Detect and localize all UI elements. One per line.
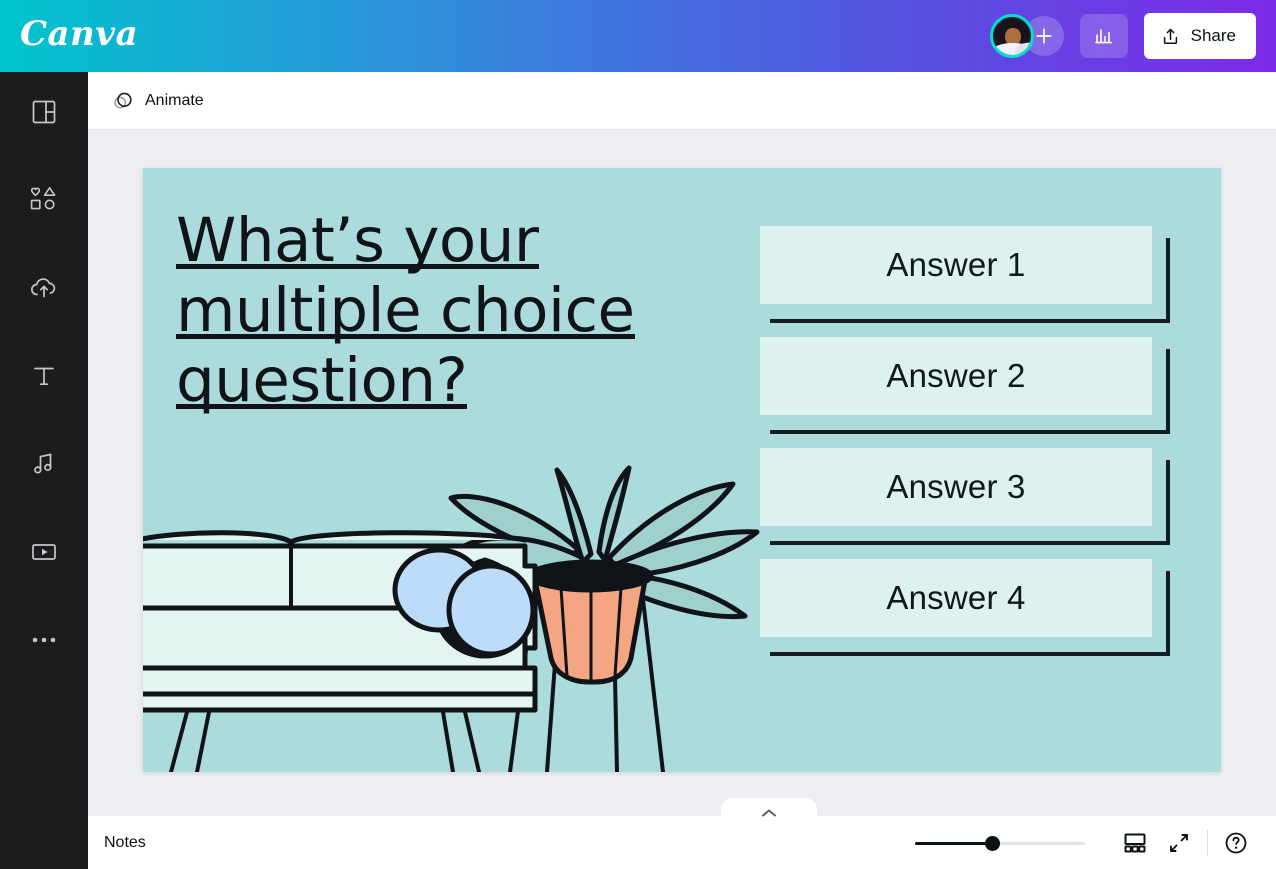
answer-card-box: Answer 2: [760, 337, 1152, 415]
canva-logo[interactable]: Canva: [20, 17, 138, 55]
headline-line-1: What’s your: [176, 205, 539, 276]
slide-canvas[interactable]: What’s your multiple choice question? An…: [143, 168, 1221, 772]
canvas-area[interactable]: What’s your multiple choice question? An…: [88, 130, 1276, 816]
sidebar-item-videos[interactable]: [0, 508, 88, 596]
share-button[interactable]: Share: [1143, 13, 1256, 59]
header-right-controls: Share: [989, 13, 1276, 59]
ellipsis-icon: [32, 637, 56, 643]
expand-notes-tab[interactable]: [721, 798, 817, 818]
sidebar-item-templates[interactable]: [0, 68, 88, 156]
canva-editor-window: Canva Share Animate What’s your multiple…: [0, 0, 1276, 869]
avatar[interactable]: [989, 14, 1034, 58]
animate-circles-icon: [114, 92, 132, 109]
upload-icon: [1163, 28, 1177, 44]
answer-card[interactable]: Answer 2: [760, 337, 1170, 434]
sidebar-item-audio[interactable]: [0, 420, 88, 508]
animate-button[interactable]: Animate: [102, 81, 214, 121]
sidebar-item-uploads[interactable]: [0, 244, 88, 332]
zoom-slider[interactable]: [915, 835, 1085, 851]
left-sidebar: [0, 72, 88, 869]
toolbar-divider: [1207, 829, 1208, 856]
editor-toolbar: Animate: [88, 72, 1276, 130]
bar-chart-icon: [1094, 29, 1112, 44]
grid-view-icon: [1124, 833, 1146, 852]
avatar-image: [989, 14, 1034, 58]
chevron-up-icon: [762, 809, 776, 817]
zoom-slider-fill: [915, 841, 991, 845]
answer-card-label: Answer 1: [886, 246, 1026, 283]
text-t-icon: [34, 367, 54, 386]
plus-icon: [1035, 28, 1052, 44]
page-view-button[interactable]: [1113, 821, 1157, 865]
bottom-notes-bar: Notes: [88, 798, 1276, 869]
slide-headline[interactable]: What’s your multiple choice question?: [176, 206, 656, 416]
video-play-icon: [32, 544, 56, 560]
question-circle-icon: [1225, 832, 1247, 853]
top-header-bar: Canva Share: [0, 0, 1276, 72]
answer-card-label: Answer 2: [886, 357, 1026, 394]
expand-arrows-icon: [1170, 833, 1188, 852]
headline-line-3: question?: [176, 345, 468, 416]
animate-button-label: Animate: [145, 91, 204, 109]
sidebar-item-more[interactable]: [0, 596, 88, 684]
zoom-slider-knob[interactable]: [985, 835, 1000, 851]
sidebar-item-elements[interactable]: [0, 156, 88, 244]
living-room-illustration: [143, 465, 760, 772]
music-note-icon: [34, 453, 52, 474]
cloud-upload-icon: [31, 278, 56, 298]
fullscreen-button[interactable]: [1157, 821, 1201, 865]
layout-grid-icon: [32, 100, 56, 124]
sidebar-item-text[interactable]: [0, 332, 88, 420]
insights-button[interactable]: [1079, 14, 1128, 58]
bottom-right-controls: [915, 821, 1276, 865]
answer-card-box: Answer 1: [760, 226, 1152, 304]
notes-label[interactable]: Notes: [104, 834, 146, 852]
answer-card[interactable]: Answer 1: [760, 226, 1170, 323]
share-button-label: Share: [1190, 26, 1236, 45]
help-button[interactable]: [1214, 821, 1258, 865]
shapes-icon: [30, 187, 56, 210]
headline-line-2: multiple choice: [176, 275, 635, 346]
